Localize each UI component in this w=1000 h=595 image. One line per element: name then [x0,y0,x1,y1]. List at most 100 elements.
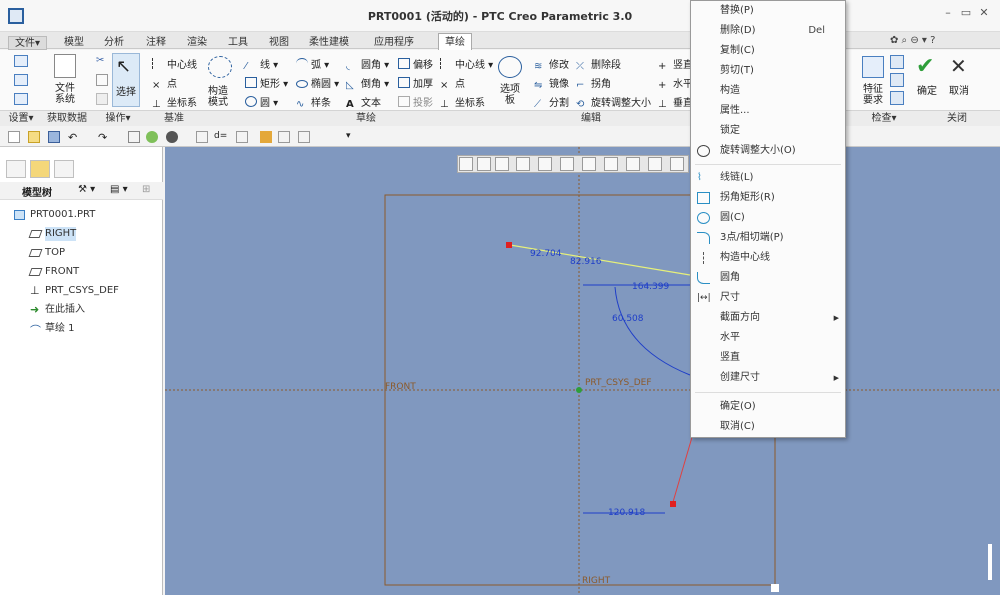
dim-82916[interactable]: 82.916 [570,257,602,267]
tree-item-csys[interactable]: PRT_CSYS_DEF [45,284,119,298]
ok-check-icon[interactable]: ✔ [916,54,934,79]
file-system-button[interactable]: 文件 系统 [48,83,82,105]
group-setup[interactable]: 设置▾ [0,110,42,126]
feature-req-button[interactable]: 特征 要求 [856,84,890,106]
divide-button[interactable]: ⟋ 分割 [534,94,569,110]
setup-icon-3[interactable] [14,93,28,105]
tab-render[interactable]: 渲染 [181,36,213,50]
menu-dimension[interactable]: |↔| 尺寸 [691,288,845,308]
rotate-resize-button[interactable]: ⟲ 旋转调整大小 [576,94,651,110]
fillet-button[interactable]: ◟ 圆角 ▾ [346,56,389,72]
view-manager-icon[interactable] [582,157,596,171]
windows-icon[interactable] [278,131,290,143]
menu-delete[interactable]: 删除(D) Del [691,21,845,41]
menu-copy[interactable]: 复制(C) [691,41,845,61]
tree-item-front[interactable]: FRONT [45,265,79,279]
refit-icon[interactable] [459,157,473,171]
favorites-tab-icon[interactable] [54,160,74,178]
centerline-button[interactable]: 中心线 ▾ [440,56,493,71]
coord-sys-button[interactable]: ⊥ 坐标系 [440,94,485,110]
app-icon[interactable] [8,8,24,24]
arc-button[interactable]: 弧 ▾ [296,56,329,71]
inspect-icon-2[interactable] [890,73,904,87]
tree-filter-icon[interactable]: ⊞ [142,184,150,195]
horizontal-button[interactable]: + 水平 [658,75,693,91]
group-operation[interactable]: 操作▾ [92,110,144,126]
tree-item-insert-here[interactable]: 在此插入 [45,303,85,317]
cancel-x-icon[interactable]: ✕ [950,54,967,78]
annotation-display-icon[interactable] [648,157,662,171]
paste-icon[interactable] [96,93,108,105]
repaint-icon[interactable] [516,157,530,171]
tab-view[interactable]: 视图 [263,36,295,50]
offset-button[interactable]: 偏移 [398,56,433,71]
save-icon[interactable] [48,131,60,143]
ellipse-button[interactable]: 椭圆 ▾ [296,75,339,90]
construction-mode-button[interactable]: 构造 模式 [200,86,236,108]
display-style-icon-2[interactable] [538,157,552,171]
d-equals-icon[interactable]: d= [214,131,227,143]
menu-create-dimension[interactable]: 创建尺寸 ▶ [691,368,845,388]
dim-92704[interactable]: 92.704 [530,249,562,259]
inspect-icon-1[interactable] [890,55,904,69]
spin-center-icon[interactable] [626,157,640,171]
vertical-button[interactable]: + 竖直 [658,56,693,72]
text-button[interactable]: A 文本 [346,94,381,110]
zoom-in-icon[interactable] [477,157,491,171]
datum-centerline-button[interactable]: 中心线 [152,56,197,71]
tree-item-right[interactable]: RIGHT [45,227,77,241]
menu-horizontal[interactable]: 水平 [691,328,845,348]
menu-circle[interactable]: 圆(C) [691,208,845,228]
tab-analysis[interactable]: 分析 [98,36,130,50]
circle-button[interactable]: 圆 ▾ [245,94,278,109]
menu-properties[interactable]: 属性... [691,101,845,121]
menu-ok[interactable]: 确定(O) [691,397,845,417]
construction-mode-icon[interactable] [208,56,232,78]
palette-button[interactable]: 选项 板 [494,84,526,106]
close-window-icon[interactable] [298,131,310,143]
menu-fillet[interactable]: 圆角 [691,268,845,288]
sketch-canvas[interactable] [165,147,1000,595]
tab-file[interactable]: 文件▾ [8,36,48,50]
datum-display-icon[interactable] [604,157,618,171]
zoom-out-icon[interactable] [495,157,509,171]
new-icon[interactable] [8,131,20,143]
tab-annotate[interactable]: 注释 [140,36,172,50]
menu-3point-arc[interactable]: 3点/相切端(P) [691,228,845,248]
sketch-view-icon[interactable] [670,157,684,171]
tab-model[interactable]: 模型 [58,36,90,50]
model-tree-tab-icon[interactable] [6,160,26,178]
modify-button[interactable]: ≋ 修改 [534,56,569,72]
feature-req-icon[interactable] [862,56,884,78]
palette-icon[interactable] [498,56,522,78]
delete-segment-button[interactable]: ⤫ 删除段 [576,56,621,72]
tab-flexible-modeling[interactable]: 柔性建模 [303,36,355,50]
minimize-icon[interactable]: – [940,6,956,20]
menu-cut[interactable]: 剪切(T) [691,61,845,81]
open-icon[interactable] [28,131,40,143]
ok-button[interactable]: 确定 [912,86,942,97]
tree-item-top[interactable]: TOP [45,246,65,260]
tab-sketch[interactable]: 草绘 [438,33,472,50]
rectangle-button[interactable]: 矩形 ▾ [245,75,288,90]
setup-icon[interactable] [14,55,28,67]
undo-icon[interactable]: ↶ [68,131,80,144]
customize-qat-icon[interactable]: ▾ [346,131,358,143]
chamfer-button[interactable]: ◺ 倒角 ▾ [346,75,389,91]
corner-button[interactable]: ⌐ 拐角 [576,75,611,91]
menu-rotate-resize[interactable]: 旋转调整大小(O) [691,141,845,161]
tree-columns-icon[interactable]: ▤ ▾ [110,184,128,195]
file-system-icon[interactable] [54,54,76,78]
maximize-icon[interactable]: ▭ [958,6,974,20]
group-inspect[interactable]: 检查▾ [854,110,914,126]
menu-line-chain[interactable]: ⌇ 线链(L) [691,168,845,188]
spline-button[interactable]: ∿ 样条 [296,94,331,110]
menu-replace[interactable]: 替换(P) [691,1,845,21]
saved-orientations-icon[interactable] [560,157,574,171]
display-style-icon[interactable] [166,131,178,143]
menu-construction[interactable]: 构造 [691,81,845,101]
menu-construction-centerline[interactable]: 构造中心线 [691,248,845,268]
scissors-icon[interactable]: ✂ [96,55,108,67]
menu-lock[interactable]: 锁定 [691,121,845,141]
menu-vertical[interactable]: 竖直 [691,348,845,368]
